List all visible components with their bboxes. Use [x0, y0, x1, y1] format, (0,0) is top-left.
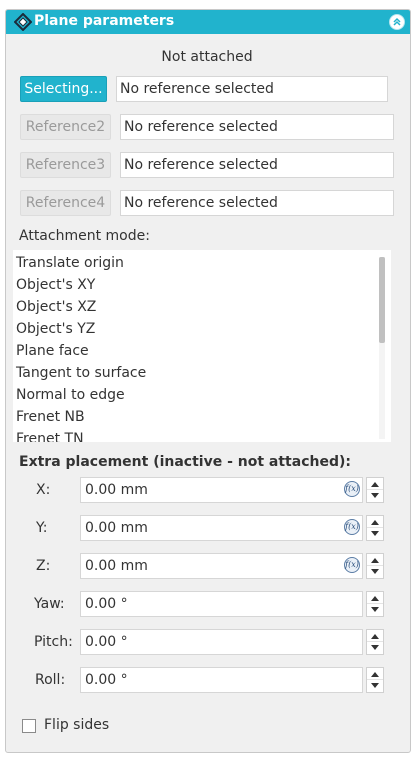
arrow-up-icon [371, 596, 379, 601]
reference2-button[interactable]: Reference2 [20, 114, 111, 140]
y-input[interactable]: 0.00 mm [80, 515, 363, 541]
spin-up-button[interactable] [367, 630, 383, 642]
roll-input[interactable]: 0.00 ° [80, 667, 363, 693]
reference3-field[interactable]: No reference selected [120, 152, 394, 178]
chevron-up-icon [393, 17, 401, 26]
spin-down-button[interactable] [367, 528, 383, 540]
y-expression-icon[interactable]: f(x) [344, 519, 360, 535]
collapse-button[interactable] [389, 14, 405, 30]
x-spinbox-buttons[interactable] [366, 477, 384, 503]
panel-title: Plane parameters [34, 13, 175, 29]
reference4-field[interactable]: No reference selected [120, 190, 394, 216]
list-scrollbar-thumb[interactable] [379, 257, 385, 343]
y-spinbox-buttons[interactable] [366, 515, 384, 541]
x-expression-icon[interactable]: f(x) [344, 481, 360, 497]
x-label: X: [36, 482, 51, 498]
arrow-down-icon [371, 531, 379, 536]
z-spinbox-buttons[interactable] [366, 553, 384, 579]
spin-up-button[interactable] [367, 516, 383, 528]
spin-down-button[interactable] [367, 642, 383, 654]
spin-down-button[interactable] [367, 566, 383, 578]
flip-sides-checkbox[interactable] [22, 719, 36, 733]
attachment-status: Not attached [161, 49, 253, 65]
z-expression-icon[interactable]: f(x) [344, 557, 360, 573]
arrow-down-icon [371, 493, 379, 498]
roll-label: Roll: [35, 672, 66, 688]
pitch-input[interactable]: 0.00 ° [80, 629, 363, 655]
pitch-spinbox-buttons[interactable] [366, 629, 384, 655]
y-label: Y: [36, 520, 48, 536]
list-scrollbar[interactable] [379, 257, 385, 439]
spin-up-button[interactable] [367, 592, 383, 604]
list-item[interactable]: Object's XY [16, 277, 95, 293]
spin-up-button[interactable] [367, 668, 383, 680]
plane-diamond-icon [14, 13, 32, 31]
attachment-mode-label: Attachment mode: [19, 228, 150, 244]
reference1-field[interactable]: No reference selected [116, 76, 388, 102]
attachment-mode-list[interactable]: Translate origin Object's XY Object's XZ… [13, 250, 391, 442]
reference1-button[interactable]: Selecting... [20, 76, 107, 102]
roll-spinbox-buttons[interactable] [366, 667, 384, 693]
arrow-down-icon [371, 683, 379, 688]
panel-header: Plane parameters [6, 10, 410, 34]
list-item[interactable]: Object's XZ [16, 299, 96, 315]
arrow-down-icon [371, 569, 379, 574]
spin-up-button[interactable] [367, 554, 383, 566]
arrow-up-icon [371, 672, 379, 677]
yaw-input[interactable]: 0.00 ° [80, 591, 363, 617]
extra-placement-label: Extra placement (inactive - not attached… [19, 454, 351, 470]
spin-up-button[interactable] [367, 478, 383, 490]
yaw-spinbox-buttons[interactable] [366, 591, 384, 617]
list-item[interactable]: Translate origin [16, 255, 124, 271]
reference4-button[interactable]: Reference4 [20, 190, 111, 216]
list-item[interactable]: Frenet TN [16, 431, 84, 442]
x-input[interactable]: 0.00 mm [80, 477, 363, 503]
spin-down-button[interactable] [367, 490, 383, 502]
arrow-up-icon [371, 558, 379, 563]
arrow-down-icon [371, 645, 379, 650]
z-input[interactable]: 0.00 mm [80, 553, 363, 579]
list-item[interactable]: Normal to edge [16, 387, 125, 403]
arrow-up-icon [371, 634, 379, 639]
list-item[interactable]: Tangent to surface [16, 365, 146, 381]
spin-down-button[interactable] [367, 680, 383, 692]
list-item[interactable]: Plane face [16, 343, 89, 359]
yaw-label: Yaw: [34, 596, 65, 612]
arrow-down-icon [371, 607, 379, 612]
reference3-button[interactable]: Reference3 [20, 152, 111, 178]
reference2-field[interactable]: No reference selected [120, 114, 394, 140]
list-item[interactable]: Object's YZ [16, 321, 95, 337]
pitch-label: Pitch: [34, 634, 73, 650]
z-label: Z: [36, 558, 51, 574]
spin-down-button[interactable] [367, 604, 383, 616]
flip-sides-label[interactable]: Flip sides [44, 717, 109, 733]
arrow-up-icon [371, 520, 379, 525]
list-item[interactable]: Frenet NB [16, 409, 85, 425]
arrow-up-icon [371, 482, 379, 487]
